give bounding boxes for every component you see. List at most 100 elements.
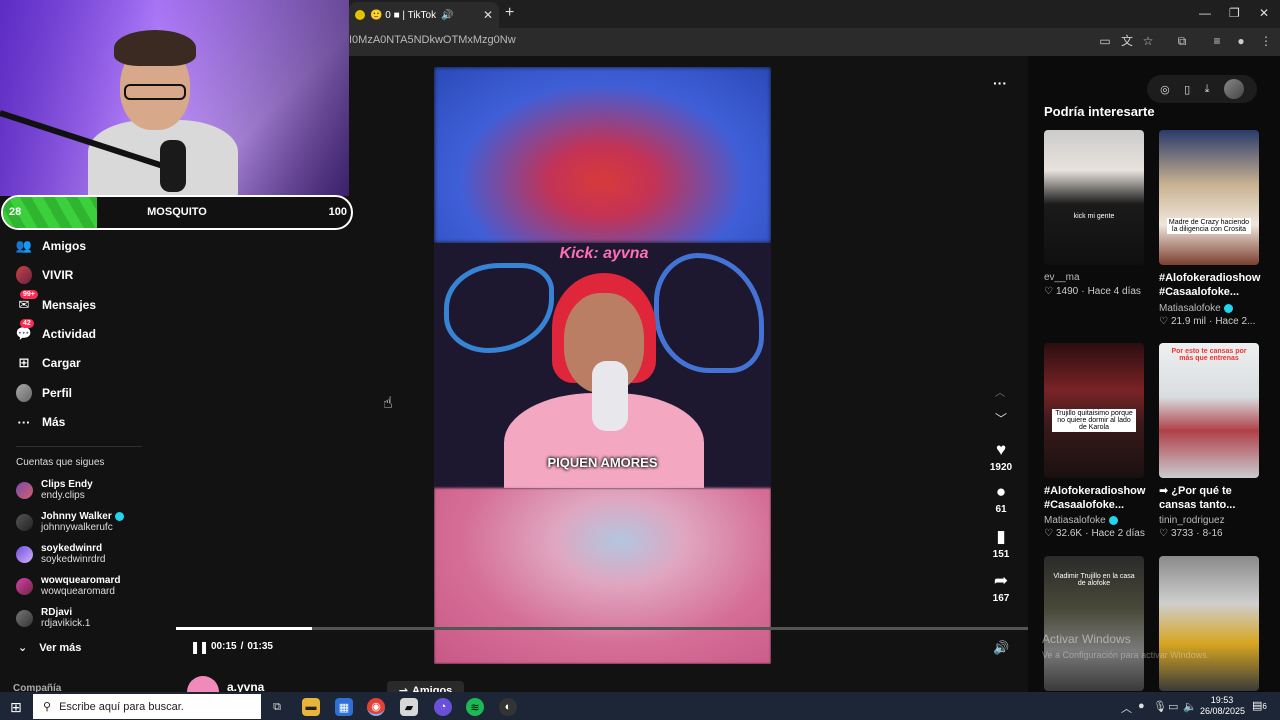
share-icon: ➦	[993, 571, 1009, 590]
search-placeholder: Escribe aquí para buscar.	[59, 700, 184, 713]
sidebar-item-label: VIVIR	[42, 268, 74, 282]
pause-icon[interactable]: ❚❚	[190, 640, 209, 654]
media-control-icon[interactable]: ≡	[1210, 34, 1224, 48]
windows-start-icon[interactable]: ⊞	[10, 699, 22, 716]
obs-icon[interactable]: ◔	[434, 698, 452, 716]
minimize-icon[interactable]: —	[1199, 6, 1211, 20]
tab-close-icon[interactable]: ✕	[483, 8, 493, 22]
see-more-label: Ver más	[39, 641, 82, 654]
following-account[interactable]: RDjavi rdjavikick.1	[16, 603, 90, 633]
tray-chevron-icon[interactable]: ︿	[1121, 700, 1132, 716]
cast-icon[interactable]: ▭	[1098, 34, 1112, 48]
sidebar-item-mas[interactable]: ··· Más	[16, 412, 66, 432]
following-account[interactable]: soykedwinrd soykedwinrdrd	[16, 539, 105, 569]
recommended-author[interactable]: ev__ma	[1044, 272, 1080, 283]
tray-app-icon[interactable]: ●	[1138, 700, 1145, 712]
share-button[interactable]: ➦ 167	[985, 571, 1017, 605]
comment-count: 61	[995, 504, 1007, 515]
thumbnail-text: Trujillo quitaisimo porque no quiere dor…	[1052, 409, 1136, 432]
comment-button[interactable]: ● 61	[985, 483, 1017, 516]
right-toolbar: ◎ ▯ ⤓	[1147, 75, 1257, 103]
tab-audio-icon[interactable]: 🔊	[441, 10, 453, 21]
recommended-thumbnail[interactable]	[1159, 556, 1259, 691]
see-more-button[interactable]: ⌄ Ver más	[18, 641, 82, 655]
streaming-app-icon[interactable]: ◐	[499, 698, 517, 716]
recommended-thumbnail[interactable]: Vladimir Trujillo en la casa de alofoke	[1044, 556, 1144, 691]
recommended-thumbnail[interactable]: Trujillo quitaisimo porque no quiere dor…	[1044, 343, 1144, 478]
sidebar-item-cargar[interactable]: ⊞ Cargar	[16, 353, 81, 373]
messages-icon: ✉ 99+	[16, 290, 38, 313]
extensions-icon[interactable]: ⧉	[1175, 34, 1189, 48]
recommended-thumbnail[interactable]: Por esto te cansas por más que entrenas	[1159, 343, 1259, 478]
previous-video-icon[interactable]: ︿	[995, 384, 1005, 399]
save-button[interactable]: ▮ 151	[985, 527, 1017, 561]
app-icon[interactable]: ▰	[400, 698, 418, 716]
file-explorer-icon[interactable]: ▬	[302, 698, 320, 716]
video-blur-bottom	[434, 488, 771, 664]
recommended-title[interactable]: #Alofokeradioshow #Casaalofoke...	[1044, 484, 1146, 512]
avatar	[16, 545, 33, 563]
recommended-likes: 32.6K	[1055, 528, 1083, 539]
following-account[interactable]: Clips Endy endy.clips	[16, 475, 93, 505]
tiktok-favicon-icon	[355, 10, 365, 20]
sidebar-item-vivir[interactable]: VIVIR	[16, 265, 73, 285]
recommended-author[interactable]: Matiasalofoke	[1044, 515, 1118, 526]
network-icon[interactable]: ▭	[1168, 700, 1178, 713]
sidebar-item-mensajes[interactable]: ✉ 99+ Mensajes	[16, 290, 96, 315]
task-view-icon[interactable]: ⧉	[268, 698, 286, 716]
volume-icon[interactable]: 🔊	[993, 640, 1009, 656]
recommended-author[interactable]: Matiasalofoke	[1159, 303, 1233, 314]
compass-icon[interactable]: ◎	[1160, 83, 1170, 96]
thumbnail-text: Madre de Crazy haciendo la diligencia co…	[1167, 218, 1251, 234]
taskbar-clock[interactable]: 19:53 26/08/2025	[1200, 695, 1245, 717]
recommended-author[interactable]: tinin_rodriguez	[1159, 515, 1225, 526]
recommended-date: 8-16	[1202, 528, 1223, 539]
recommended-meta: ♡ 1490 · Hace 4 días	[1044, 286, 1141, 297]
sidebar-item-perfil[interactable]: Perfil	[16, 383, 72, 403]
avatar	[16, 513, 33, 531]
bookmark-icon: ▮	[996, 527, 1006, 546]
video-player[interactable]: Kick: ayvna PIQUEN AMORES	[434, 67, 771, 664]
translate-icon[interactable]: 文	[1120, 34, 1134, 48]
speaker-icon[interactable]: 🔈	[1183, 700, 1197, 713]
account-handle: wowquearomard	[41, 586, 115, 597]
bookmark-star-icon[interactable]: ☆	[1141, 34, 1155, 48]
activity-badge: 42	[20, 319, 34, 328]
notifications-icon[interactable]: ▤6	[1252, 699, 1267, 712]
browser-menu-icon[interactable]: ⋮	[1259, 34, 1273, 48]
recommended-title[interactable]: ➡ ¿Por qué te cansas tanto...	[1159, 484, 1261, 512]
recommended-likes: 21.9 mil	[1170, 316, 1206, 327]
restore-icon[interactable]: ❐	[1229, 6, 1240, 20]
window-close-icon[interactable]: ✕	[1259, 6, 1269, 20]
sidebar-divider	[16, 446, 142, 447]
sidebar-item-actividad[interactable]: 💬 42 Actividad	[16, 319, 96, 344]
recommended-meta: ♡ 32.6K · Hace 2 días	[1044, 528, 1145, 539]
more-options-icon[interactable]: ···	[993, 75, 1007, 91]
duration: 01:35	[247, 641, 273, 652]
recommended-meta: ♡ 3733 · 8-16	[1159, 528, 1223, 539]
user-avatar[interactable]	[1223, 79, 1244, 99]
microphone-icon[interactable]: 🎙	[1153, 700, 1167, 713]
following-account[interactable]: Johnny Walker johnnywalkerufc	[16, 507, 124, 537]
friends-icon: 👥	[15, 238, 33, 253]
recommended-thumbnail[interactable]: kick mi gente	[1044, 130, 1144, 265]
recommended-thumbnail[interactable]: Madre de Crazy haciendo la diligencia co…	[1159, 130, 1259, 265]
chrome-icon[interactable]: ◉	[367, 698, 385, 716]
heart-outline-icon: ♡	[1044, 286, 1053, 297]
sidebar-item-amigos[interactable]: 👥 Amigos	[16, 236, 86, 256]
download-icon[interactable]: ⤓	[1205, 83, 1210, 96]
browser-tab[interactable]: 🙂 0 ■ | TikTok 🔊 ✕	[349, 2, 499, 28]
phone-icon[interactable]: ▯	[1184, 83, 1190, 96]
new-tab-button[interactable]: +	[505, 4, 514, 22]
profile-icon[interactable]: ●	[1234, 34, 1248, 48]
spotify-icon[interactable]: ≋	[466, 698, 484, 716]
recommended-title[interactable]: #Alofokeradioshow #Casaalofoke...	[1159, 271, 1261, 299]
heart-outline-icon: ♡	[1044, 528, 1053, 539]
store-icon[interactable]: ▦	[335, 698, 353, 716]
clock-time: 19:53	[1210, 695, 1234, 705]
url-text[interactable]: I0MzA0NTA5NDkwOTMxMzg0Nw	[349, 34, 516, 46]
following-account[interactable]: wowquearomard wowquearomard	[16, 571, 120, 601]
next-video-icon[interactable]: ﹀	[995, 410, 1007, 427]
like-button[interactable]: ♥ 1920	[985, 441, 1017, 474]
taskbar-search[interactable]: ⚲ Escribe aquí para buscar.	[33, 694, 261, 719]
